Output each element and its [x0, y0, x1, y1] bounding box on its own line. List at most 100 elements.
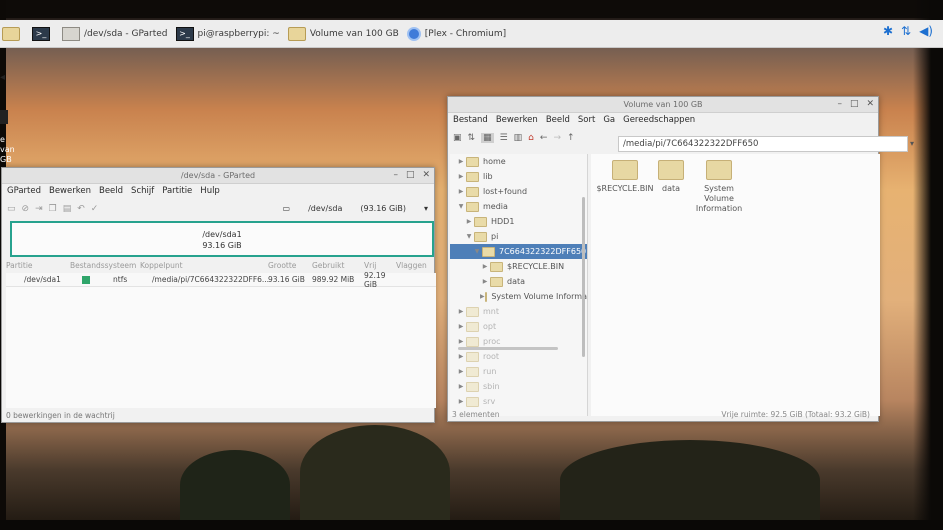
file-item[interactable]: System Volume Information	[689, 158, 749, 214]
tree-item[interactable]: ▶ root	[450, 349, 587, 364]
menu-bestand[interactable]: Bestand	[453, 115, 488, 125]
list-view-icon[interactable]: ☰	[500, 133, 508, 143]
expander-closed-icon[interactable]: ▶	[456, 173, 466, 180]
expander-closed-icon[interactable]: ▶	[456, 323, 466, 330]
taskbar-item-chromium[interactable]: [Plex - Chromium]	[406, 23, 506, 45]
menu-gparted[interactable]: GParted	[7, 186, 41, 196]
column-header[interactable]: Koppelpunt	[140, 261, 268, 273]
expander-closed-icon[interactable]: ▶	[480, 263, 490, 270]
network-icon[interactable]: ⇅	[901, 24, 911, 38]
chevron-down-icon[interactable]: ▾	[910, 139, 914, 148]
bluetooth-icon[interactable]: ✱	[883, 24, 893, 38]
delete-icon[interactable]: ⊘	[22, 204, 30, 214]
expander-closed-icon[interactable]: ▶	[456, 158, 466, 165]
sidebar-toggle-icon[interactable]: ▣	[453, 133, 462, 143]
up-arrow-icon[interactable]: ↑	[567, 133, 575, 143]
tree-item[interactable]: ▼ 7C664322322DFF650	[450, 244, 587, 259]
column-header[interactable]: Partitie	[6, 261, 70, 273]
resize-icon[interactable]: ⇥	[35, 204, 43, 214]
expander-open-icon[interactable]: ▼	[456, 203, 466, 210]
device-selector[interactable]: ▭ /dev/sda (93.16 GiB) ▾	[283, 204, 428, 213]
tree-item-label: lib	[483, 172, 493, 181]
menu-ga[interactable]: Ga	[603, 115, 615, 125]
menu-hulp[interactable]: Hulp	[200, 186, 220, 196]
expander-open-icon[interactable]: ▼	[464, 233, 474, 240]
expander-closed-icon[interactable]: ▶	[456, 398, 466, 405]
expander-closed-icon[interactable]: ▶	[464, 218, 474, 225]
menu-beeld[interactable]: Beeld	[546, 115, 570, 125]
expander-closed-icon[interactable]: ▶	[480, 278, 490, 285]
tree-item[interactable]: ▼ pi	[450, 229, 587, 244]
icon-view-icon[interactable]: ▦	[481, 133, 494, 143]
menu-gereedschappen[interactable]: Gereedschappen	[623, 115, 695, 125]
compact-view-icon[interactable]: ▥	[514, 133, 523, 143]
menu-schijf[interactable]: Schijf	[131, 186, 154, 196]
tree-item[interactable]: ▶ $RECYCLE.BIN	[450, 259, 587, 274]
column-header[interactable]: Gebruikt	[312, 261, 364, 273]
tree-item[interactable]: ▶ run	[450, 364, 587, 379]
menu-bewerken[interactable]: Bewerken	[496, 115, 538, 125]
menu-bewerken[interactable]: Bewerken	[49, 186, 91, 196]
menu-sort[interactable]: Sort	[578, 115, 595, 125]
folder-icon	[466, 366, 479, 377]
tree-item[interactable]: ▶ sbin	[450, 379, 587, 394]
expander-closed-icon[interactable]: ▶	[480, 293, 485, 300]
expander-closed-icon[interactable]: ▶	[456, 383, 466, 390]
column-header[interactable]: Vlaggen	[396, 261, 434, 273]
minimize-icon[interactable]: –	[837, 99, 842, 109]
close-icon[interactable]: ✕	[866, 99, 874, 109]
column-header[interactable]: Grootte	[268, 261, 312, 273]
taskbar-item-terminal[interactable]: >_ pi@raspberrypi: ~	[175, 23, 280, 45]
column-header[interactable]: Bestandssysteem	[70, 261, 140, 273]
expander-closed-icon[interactable]: ▶	[456, 353, 466, 360]
tree-item[interactable]: ▶ HDD1	[450, 214, 587, 229]
tree-item[interactable]: ▶ mnt	[450, 304, 587, 319]
tree-scrollbar-horizontal[interactable]	[458, 347, 558, 350]
tree-item[interactable]: ▶ lib	[450, 169, 587, 184]
tree-item-label: sbin	[483, 382, 500, 391]
back-arrow-icon[interactable]: ←	[540, 133, 548, 143]
menu-beeld[interactable]: Beeld	[99, 186, 123, 196]
paste-icon[interactable]: ▤	[63, 204, 72, 214]
tree-item[interactable]: ▶ data	[450, 274, 587, 289]
maximize-icon[interactable]: □	[406, 170, 415, 180]
maximize-icon[interactable]: □	[850, 99, 859, 109]
expander-closed-icon[interactable]: ▶	[456, 338, 466, 345]
partition-graphic[interactable]: /dev/sda1 93.16 GiB	[10, 221, 434, 257]
apply-icon[interactable]: ✓	[91, 204, 99, 214]
menu-partitie[interactable]: Partitie	[162, 186, 192, 196]
close-icon[interactable]: ✕	[422, 170, 430, 180]
copy-icon[interactable]: ❐	[49, 204, 57, 214]
home-icon[interactable]: ⌂	[528, 133, 534, 143]
expander-closed-icon[interactable]: ▶	[456, 188, 466, 195]
expander-open-icon[interactable]: ▼	[472, 248, 482, 255]
taskbar-item-filemanager[interactable]: Volume van 100 GB	[287, 23, 399, 45]
expander-closed-icon[interactable]: ▶	[456, 368, 466, 375]
sort-icon[interactable]: ⇅	[468, 133, 476, 143]
tree-item[interactable]: ▶ srv	[450, 394, 587, 409]
minimize-icon[interactable]: –	[393, 170, 398, 180]
new-partition-icon[interactable]: ▭	[7, 204, 16, 214]
gparted-titlebar[interactable]: /dev/sda - GParted – □ ✕	[2, 168, 434, 184]
path-input[interactable]: /media/pi/7C664322322DFF650	[618, 136, 908, 152]
taskbar-folder-launcher[interactable]	[2, 23, 24, 45]
taskbar-item-gparted[interactable]: /dev/sda - GParted	[62, 23, 168, 45]
forward-arrow-icon[interactable]: →	[553, 133, 561, 143]
terminal-icon: >_	[175, 26, 194, 41]
tree-item[interactable]: ▶ home	[450, 154, 587, 169]
tree-item[interactable]: ▶ lost+found	[450, 184, 587, 199]
taskbar-terminal-launcher[interactable]: >_	[32, 23, 54, 45]
filemanager-menubar: Bestand Bewerken Beeld Sort Ga Gereedsch…	[448, 113, 878, 127]
tree-item[interactable]: ▶ System Volume Informa	[450, 289, 587, 304]
status-bar: 0 bewerkingen in de wachtrij	[6, 411, 115, 420]
volume-icon[interactable]: ◀)	[919, 24, 933, 38]
desktop-drive-icon[interactable]	[0, 110, 8, 124]
table-row[interactable]: /dev/sda1 ntfs /media/pi/7C664322322DFF6…	[6, 271, 436, 289]
tree-item[interactable]: ▼ media	[450, 199, 587, 214]
tree-scrollbar-vertical[interactable]	[582, 197, 585, 357]
folder-icon	[466, 156, 479, 167]
tree-item[interactable]: ▶ opt	[450, 319, 587, 334]
filemanager-titlebar[interactable]: Volume van 100 GB – □ ✕	[448, 97, 878, 113]
undo-icon[interactable]: ↶	[77, 204, 85, 214]
expander-closed-icon[interactable]: ▶	[456, 308, 466, 315]
